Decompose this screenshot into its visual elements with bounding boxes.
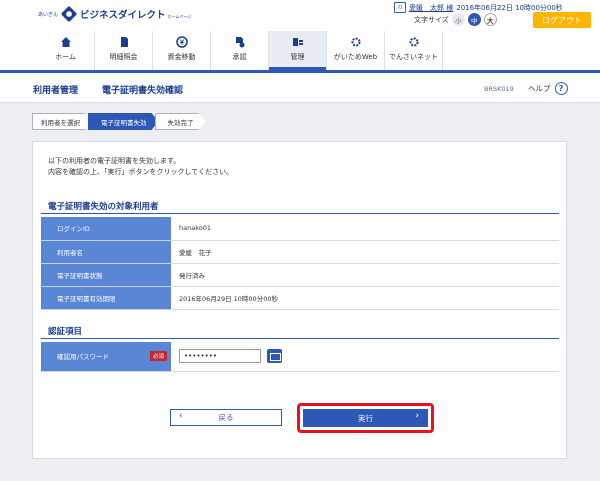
logo[interactable]: あいぎん ビジネスダイレクト ホームページ	[38, 5, 192, 23]
table-row: 電子証明書状態 発行済み	[41, 263, 559, 287]
chevron-left-icon: ‹	[179, 411, 183, 421]
row-label: ログインID	[41, 217, 171, 241]
document-icon	[120, 37, 128, 47]
back-label: 戻る	[218, 413, 234, 422]
nav-label: 承認	[232, 53, 247, 61]
step-revoke-certificate: 電子証明書失効	[88, 113, 159, 130]
target-user-section-title: 電子証明書失効の対象利用者	[48, 202, 159, 212]
logo-main-text: ビジネスダイレクト	[80, 10, 166, 21]
section-divider	[41, 213, 559, 214]
table-row: 利用者名 愛媛 花子	[41, 240, 559, 264]
target-user-table: ログインID hanako01 利用者名 愛媛 花子 電子証明書状態 発行済み …	[41, 217, 559, 310]
nav-item-gaitame-web[interactable]: がいためWeb	[327, 31, 385, 70]
instruction-line: 以下の利用者の電子証明書を失効します。	[48, 157, 181, 165]
admin-icon	[292, 38, 303, 46]
nav-label: 管理	[290, 53, 305, 61]
execute-button-highlight: 実行 ›	[297, 403, 434, 433]
font-size-small-button[interactable]: 小	[451, 13, 465, 26]
home-icon	[60, 37, 71, 47]
gear-icon	[351, 37, 360, 47]
yen-icon	[175, 36, 188, 48]
row-value: 愛媛 花子	[171, 240, 559, 264]
instruction-line: 内容を確認の上、「実行」ボタンをクリックしてください。	[48, 168, 234, 176]
nav-item-approval[interactable]: 承認	[211, 31, 269, 70]
execute-label: 実行	[358, 413, 373, 423]
table-row: ログインID hanako01	[41, 217, 559, 241]
progress-steps: 利用者を選択 電子証明書失効 失効完了	[32, 113, 206, 130]
screen-id: BRSK019	[484, 85, 514, 93]
confirm-password-input[interactable]: ••••••••	[179, 349, 261, 364]
table-row: 確認用パスワード 必須 ••••••••	[41, 342, 559, 372]
auth-table: 確認用パスワード 必須 ••••••••	[41, 342, 559, 372]
global-nav: ホーム 明細照会 資金移動 承認 管理 がいためWeb でんさいネット	[37, 31, 487, 70]
nav-label: でんさいネット	[389, 53, 438, 61]
nav-label: 明細照会	[109, 53, 138, 61]
logout-button[interactable]: ログアウト	[533, 12, 591, 28]
help-label: ヘルプ	[528, 84, 551, 93]
logo-sub-text: ホームページ	[167, 14, 192, 19]
title-bar: 利用者管理 電子証明書失効確認 BRSK019 ヘルプ ?	[0, 73, 600, 103]
step-revoke-complete: 失効完了	[155, 113, 206, 130]
nav-label: 資金移動	[167, 53, 196, 61]
breadcrumb: 利用者管理	[33, 86, 79, 96]
section-divider	[41, 338, 559, 339]
auth-section-title: 認証項目	[48, 327, 83, 337]
chevron-right-icon: ›	[415, 411, 419, 421]
row-label: 電子証明書有効期限	[41, 286, 171, 310]
nav-item-statements[interactable]: 明細照会	[95, 31, 153, 70]
header: あいぎん ビジネスダイレクト ホームページ ﾏｽ 愛媛 太郎 様 2016年06…	[0, 0, 600, 70]
font-size-large-button[interactable]: 大	[483, 13, 497, 26]
instruction-message: 以下の利用者の電子証明書を失効します。 内容を確認の上、「実行」ボタンをクリック…	[48, 156, 233, 178]
software-keyboard-icon[interactable]	[267, 349, 283, 364]
gear-icon	[409, 37, 418, 47]
row-label: 利用者名	[41, 240, 171, 264]
user-icon: ﾏｽ	[394, 2, 406, 13]
logo-small-text: あいぎん	[38, 11, 59, 18]
logo-mark-icon	[60, 5, 78, 23]
font-size-selector: 文字サイズ 小 中 大	[414, 13, 497, 26]
help-link[interactable]: ヘルプ ?	[528, 82, 568, 95]
execute-button[interactable]: 実行 ›	[303, 409, 428, 427]
nav-item-admin[interactable]: 管理	[269, 31, 327, 70]
row-value: 2016年06月29日 10時00分00秒	[171, 286, 559, 310]
password-label: 確認用パスワード	[57, 353, 109, 362]
password-row-value: ••••••••	[171, 342, 559, 372]
table-row: 電子証明書有効期限 2016年06月29日 10時00分00秒	[41, 286, 559, 310]
required-badge: 必須	[149, 351, 167, 362]
nav-item-home[interactable]: ホーム	[37, 31, 95, 70]
nav-label: ホーム	[55, 53, 76, 61]
nav-label: がいためWeb	[333, 53, 378, 61]
font-size-label: 文字サイズ	[414, 15, 449, 24]
user-name[interactable]: 愛媛 太郎 様	[409, 3, 453, 13]
back-button[interactable]: ‹ 戻る	[170, 409, 282, 426]
row-label: 電子証明書状態	[41, 263, 171, 287]
help-icon: ?	[554, 82, 568, 95]
step-select-user: 利用者を選択	[32, 113, 92, 130]
nav-item-densai-net[interactable]: でんさいネット	[385, 31, 443, 70]
page-title: 電子証明書失効確認	[102, 86, 184, 96]
nav-item-transfer[interactable]: 資金移動	[153, 31, 211, 70]
login-datetime: 2016年06月22日 10時00分00秒	[456, 3, 563, 12]
row-value: 発行済み	[171, 263, 559, 287]
font-size-medium-button[interactable]: 中	[467, 13, 481, 26]
approval-icon	[235, 37, 244, 48]
row-value: hanako01	[171, 217, 559, 241]
password-row-label: 確認用パスワード 必須	[41, 342, 171, 372]
